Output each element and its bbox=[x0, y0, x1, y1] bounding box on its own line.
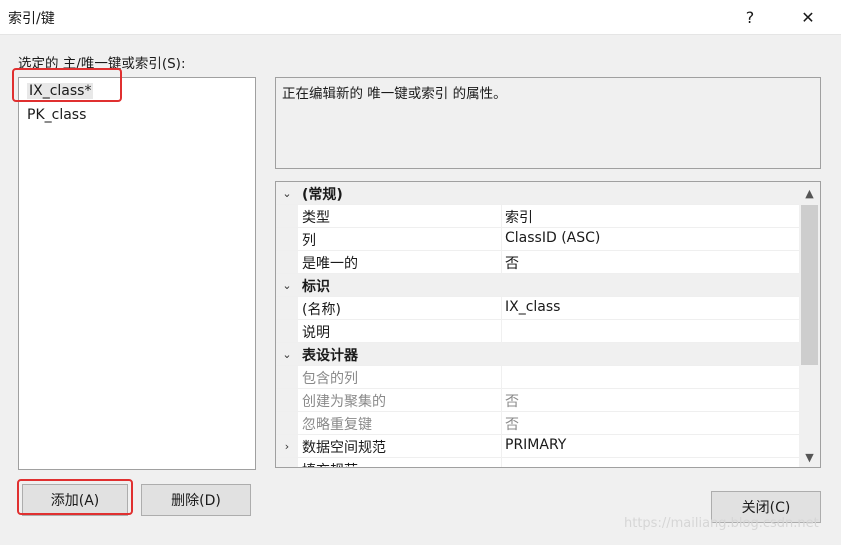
grid-property-row[interactable]: 忽略重复键 否 bbox=[276, 412, 802, 435]
grid-scrollbar[interactable]: ▲ ▼ bbox=[799, 182, 820, 467]
column-divider bbox=[501, 251, 502, 274]
grid-category-row[interactable]: ⌄ 表设计器 bbox=[276, 343, 802, 366]
column-divider bbox=[501, 320, 502, 343]
title-bar: 索引/键 ? ✕ bbox=[0, 0, 841, 35]
grid-property-row[interactable]: › 填充规范 bbox=[276, 458, 802, 467]
grid-property-row[interactable]: › 数据空间规范 PRIMARY bbox=[276, 435, 802, 458]
category-label: 表设计器 bbox=[302, 348, 358, 364]
description-box: 正在编辑新的 唯一键或索引 的属性。 bbox=[275, 77, 821, 169]
property-value[interactable]: 否 bbox=[505, 391, 519, 411]
expand-chevron-icon[interactable]: › bbox=[276, 435, 298, 458]
property-value[interactable]: 索引 bbox=[505, 207, 533, 227]
grid-property-row[interactable]: 创建为聚集的 否 bbox=[276, 389, 802, 412]
property-grid[interactable]: ⌄ (常规) 类型 索引列 ClassID (ASC) 是唯一的否 ⌄ 标识 (名称) IX_cl… bbox=[275, 181, 821, 468]
category-label: 标识 bbox=[302, 279, 330, 295]
property-value[interactable]: 否 bbox=[505, 253, 519, 273]
property-name: 忽略重复键 bbox=[302, 417, 372, 433]
highlight-box-selected-item bbox=[12, 68, 122, 102]
property-name: 说明 bbox=[302, 325, 330, 341]
column-divider bbox=[501, 389, 502, 412]
expand-chevron-icon[interactable]: › bbox=[276, 458, 298, 467]
watermark-text: https://mailiang.blog.csdn.net bbox=[624, 516, 819, 531]
grid-property-row[interactable]: 说明 bbox=[276, 320, 802, 343]
property-value[interactable]: IX_class bbox=[505, 299, 560, 315]
property-name: 包含的列 bbox=[302, 371, 358, 387]
property-name: 创建为聚集的 bbox=[302, 394, 386, 410]
grid-category-row[interactable]: ⌄ (常规) bbox=[276, 182, 802, 205]
property-value[interactable]: 否 bbox=[505, 414, 519, 434]
scroll-thumb[interactable] bbox=[801, 205, 818, 365]
highlight-box-add-button bbox=[17, 479, 133, 515]
column-divider bbox=[501, 297, 502, 320]
column-divider bbox=[501, 205, 502, 228]
grid-property-row[interactable]: 列 ClassID (ASC) bbox=[276, 228, 802, 251]
delete-button[interactable]: 删除(D) bbox=[141, 484, 251, 516]
index-listbox[interactable]: IX_class* PK_class bbox=[18, 77, 256, 470]
close-window-button[interactable]: ✕ bbox=[785, 0, 831, 34]
grid-property-row[interactable]: 包含的列 bbox=[276, 366, 802, 389]
collapse-chevron-icon[interactable]: ⌄ bbox=[276, 343, 298, 366]
help-icon: ? bbox=[745, 7, 755, 27]
property-name: 数据空间规范 bbox=[302, 440, 386, 456]
column-divider bbox=[501, 435, 502, 458]
grid-property-row[interactable]: (名称) IX_class bbox=[276, 297, 802, 320]
list-item-pk-class[interactable]: PK_class bbox=[27, 107, 86, 123]
property-name: 类型 bbox=[302, 210, 330, 226]
scroll-down-icon[interactable]: ▼ bbox=[799, 448, 820, 466]
collapse-chevron-icon[interactable]: ⌄ bbox=[276, 274, 298, 297]
property-name: (名称) bbox=[302, 302, 341, 318]
window-title: 索引/键 bbox=[8, 11, 55, 27]
grid-property-row[interactable]: 类型 索引 bbox=[276, 205, 802, 228]
property-value[interactable]: ClassID (ASC) bbox=[505, 230, 600, 246]
column-divider bbox=[501, 366, 502, 389]
column-divider bbox=[501, 412, 502, 435]
category-label: (常规) bbox=[302, 187, 343, 203]
help-button[interactable]: ? bbox=[727, 0, 773, 34]
property-value[interactable]: PRIMARY bbox=[505, 437, 566, 453]
property-name: 填充规范 bbox=[302, 460, 358, 467]
grid-property-row[interactable]: 是唯一的 否 bbox=[276, 251, 802, 274]
close-icon: ✕ bbox=[801, 7, 815, 27]
collapse-chevron-icon[interactable]: ⌄ bbox=[276, 182, 298, 205]
column-divider bbox=[501, 228, 502, 251]
property-name: 是唯一的 bbox=[302, 256, 358, 272]
column-divider bbox=[501, 458, 502, 467]
property-name: 列 bbox=[302, 233, 316, 249]
grid-category-row[interactable]: ⌄ 标识 bbox=[276, 274, 802, 297]
scroll-up-icon[interactable]: ▲ bbox=[799, 184, 820, 202]
